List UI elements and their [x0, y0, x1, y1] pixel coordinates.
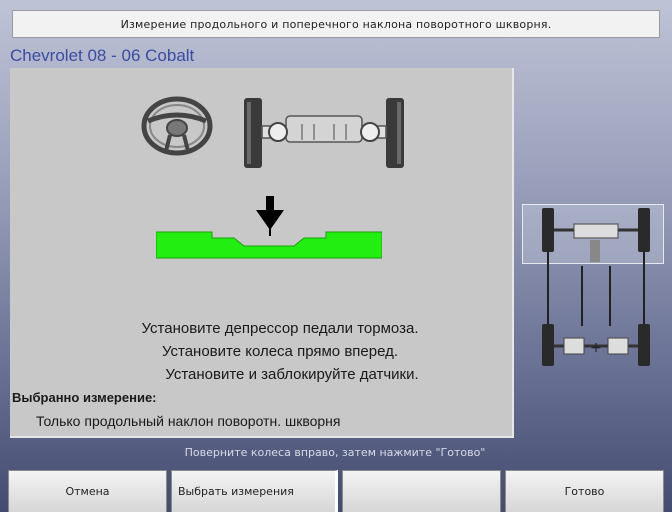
done-button[interactable]: Готово	[505, 470, 664, 512]
instruction-line-2: Установите колеса прямо вперед.	[161, 343, 399, 360]
cancel-button[interactable]: Отмена	[8, 470, 167, 512]
axle-icon	[244, 98, 404, 168]
vehicle-name: Chevrolet 08 - 06 Cobalt	[10, 46, 195, 65]
title-bar: Измерение продольного и поперечного накл…	[12, 10, 660, 38]
instruction-line-1: Установите депрессор педали тормоза.	[141, 320, 419, 337]
green-turnplate-icon	[156, 231, 382, 259]
select-measurements-button[interactable]: Выбрать измерения	[171, 470, 338, 512]
button-bar: Отмена Выбрать измерения Готово	[0, 470, 672, 512]
page-title: Измерение продольного и поперечного накл…	[120, 17, 552, 31]
selected-measurement-value: Только продольный наклон поворотн. шквор…	[36, 413, 341, 429]
empty-button[interactable]	[342, 470, 501, 512]
steering-wheel-icon	[141, 96, 213, 156]
vehicle-chassis-icon: +	[542, 208, 650, 366]
status-message: Поверните колеса вправо, затем нажмите "…	[184, 446, 486, 459]
instruction-panel: Установите депрессор педали тормоза. Уст…	[10, 68, 514, 438]
instruction-line-3: Установите и заблокируйте датчики.	[165, 366, 419, 383]
svg-text:+: +	[590, 340, 602, 356]
selected-measurement-heading: Выбранно измерение:	[12, 390, 157, 405]
